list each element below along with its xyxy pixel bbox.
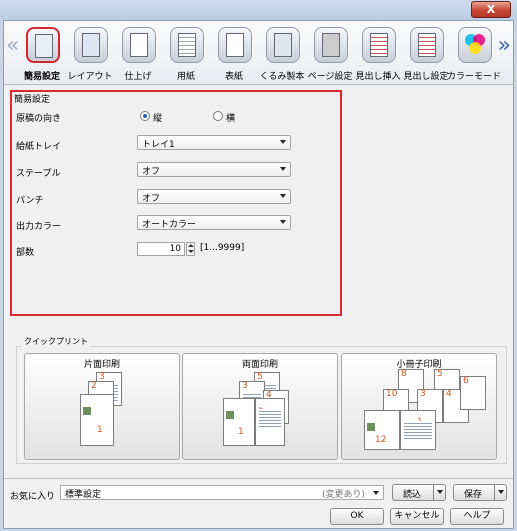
punch-select[interactable]: オフ (137, 189, 291, 204)
tab-label: 見出し設定 (403, 72, 449, 82)
staple-value: オフ (142, 167, 161, 177)
save-dropdown-icon[interactable] (494, 485, 506, 500)
photo-icon (226, 411, 234, 419)
scroll-right-icon[interactable]: » (498, 35, 511, 57)
bottom-bar: お気に入り 標準設定 (変更あり) 読込 保存 OK キャンセル ヘルプ (4, 478, 513, 528)
section-title-simple-settings: 簡易設定 (14, 95, 51, 105)
tab-color-mode[interactable]: カラーモード (447, 21, 501, 85)
tab-label: 簡易設定 (23, 72, 60, 82)
tab-simple-settings[interactable]: 簡易設定 (19, 21, 65, 85)
layout-icon (74, 27, 108, 63)
punch-label: パンチ (16, 196, 44, 206)
tab-tab-settings[interactable]: 見出し設定 (403, 21, 449, 85)
favorites-select[interactable]: 標準設定 (変更あり) (60, 485, 384, 500)
tab-page-settings[interactable]: ページ設定 (307, 21, 353, 85)
perfect-binding-icon (266, 27, 300, 63)
load-label: 読込 (403, 490, 422, 500)
tab-layout[interactable]: レイアウト (67, 21, 113, 85)
tab-cover[interactable]: 表紙 (211, 21, 257, 85)
orientation-portrait-radio[interactable] (140, 111, 150, 121)
settings-toolbar: « 簡易設定 レイアウト 仕上げ 用紙 表紙 くるみ製本 ページ設定 見出し挿入… (4, 21, 513, 85)
color-mode-icon (458, 27, 492, 63)
cover-icon (218, 27, 252, 63)
orientation-landscape-label: 横 (226, 114, 236, 124)
save-button[interactable]: 保存 (453, 484, 507, 501)
tab-tab-insert[interactable]: 見出し挿入 (355, 21, 401, 85)
tab-label: 仕上げ (124, 72, 152, 82)
paper-icon (170, 27, 204, 63)
save-label: 保存 (464, 490, 483, 500)
duplex-print-button[interactable]: 両面印刷 5 3 4 1 2 (182, 353, 338, 460)
tab-settings-icon (410, 27, 444, 63)
copies-value: 10 (169, 244, 181, 254)
load-button[interactable]: 読込 (392, 484, 446, 501)
tray-label: 給紙トレイ (16, 142, 62, 152)
color-value: オートカラー (142, 220, 197, 230)
quick-settings-icon (26, 27, 60, 63)
tab-insert-icon (362, 27, 396, 63)
tab-finishing[interactable]: 仕上げ (115, 21, 161, 85)
tab-perfect-binding[interactable]: くるみ製本 (259, 21, 305, 85)
orientation-landscape-radio[interactable] (213, 111, 223, 121)
chevron-down-icon (280, 140, 286, 144)
page-thumb: 6 (460, 376, 486, 410)
page-thumb: 1 (223, 398, 255, 446)
tab-label: ページ設定 (307, 72, 353, 82)
tray-select[interactable]: トレイ1 (137, 135, 291, 150)
favorites-value: 標準設定 (65, 490, 102, 500)
chevron-down-icon (280, 167, 286, 171)
page-thumb: 2 (255, 398, 285, 446)
page-thumb: 1 (80, 394, 114, 446)
tab-label: 用紙 (176, 72, 195, 82)
copies-label: 部数 (16, 248, 35, 258)
tab-label: 見出し挿入 (355, 72, 401, 82)
quick-print-title: クイックプリント (22, 336, 90, 347)
title-bar: X (0, 0, 517, 20)
page-settings-icon (314, 27, 348, 63)
copies-range: [1...9999] (200, 243, 245, 253)
copies-stepper[interactable] (186, 242, 195, 256)
cancel-button[interactable]: キャンセル (390, 508, 444, 525)
simplex-print-button[interactable]: 片面印刷 3 2 1 (24, 353, 180, 460)
tab-label: カラーモード (447, 72, 502, 82)
button-caption: 両面印刷 (241, 360, 278, 370)
chevron-down-icon (280, 194, 286, 198)
favorites-label: お気に入り (10, 492, 56, 502)
chevron-down-icon (280, 220, 286, 224)
page-thumb: 1 (400, 410, 436, 450)
copies-input[interactable]: 10 (137, 242, 185, 256)
tab-label: くるみ製本 (259, 72, 305, 82)
chevron-down-icon (373, 491, 379, 495)
photo-icon (83, 407, 91, 415)
page-thumb: 12 (364, 410, 400, 450)
ok-button[interactable]: OK (330, 508, 384, 525)
help-button[interactable]: ヘルプ (450, 508, 504, 525)
spin-down-icon[interactable] (187, 249, 194, 255)
tab-paper[interactable]: 用紙 (163, 21, 209, 85)
color-select[interactable]: オートカラー (137, 215, 291, 230)
tab-label: レイアウト (67, 72, 113, 82)
color-label: 出力カラー (16, 222, 62, 232)
punch-value: オフ (142, 194, 161, 204)
staple-select[interactable]: オフ (137, 162, 291, 177)
orientation-portrait-label: 縦 (153, 114, 163, 124)
load-dropdown-icon[interactable] (433, 485, 445, 500)
button-caption: 片面印刷 (83, 360, 120, 370)
photo-icon (367, 423, 375, 431)
tab-label: 表紙 (224, 72, 243, 82)
scroll-left-icon[interactable]: « (6, 35, 19, 57)
staple-label: ステープル (16, 169, 61, 179)
tray-value: トレイ1 (142, 140, 175, 150)
booklet-print-button[interactable]: 小冊子印刷 8 5 10 3 4 6 12 1 (341, 353, 497, 460)
close-button[interactable]: X (471, 1, 511, 18)
orientation-label: 原稿の向き (16, 114, 62, 124)
print-settings-window: « 簡易設定 レイアウト 仕上げ 用紙 表紙 くるみ製本 ページ設定 見出し挿入… (3, 20, 514, 529)
favorites-changed-note: (変更あり) (321, 490, 365, 500)
finishing-icon (122, 27, 156, 63)
